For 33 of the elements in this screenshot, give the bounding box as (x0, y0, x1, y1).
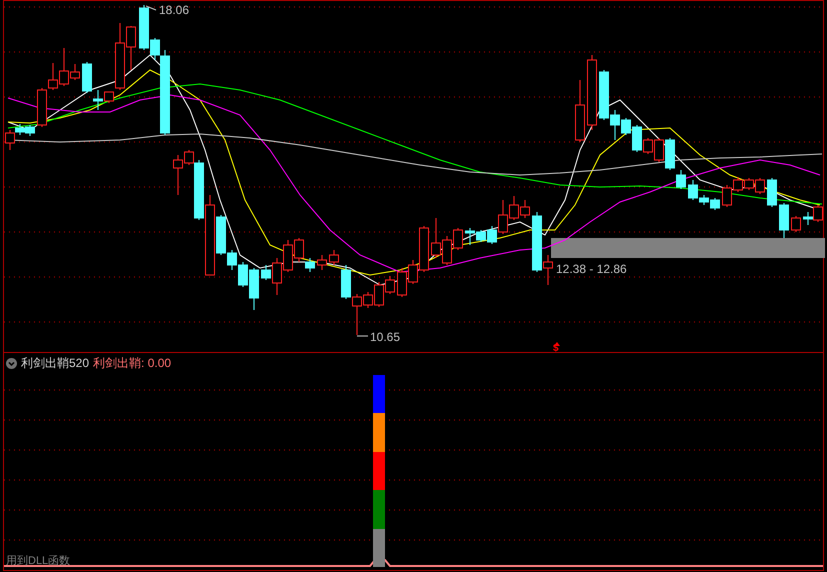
candlestick (767, 178, 777, 208)
price-range-label: 12.38 - 12.86 (556, 262, 627, 276)
candlestick (431, 218, 441, 258)
candlestick (37, 88, 47, 128)
indicator-value: 利剑出鞘: 0.00 (93, 356, 172, 370)
triangle-icon (554, 342, 560, 346)
candlestick (397, 268, 407, 298)
candlestick (465, 228, 475, 246)
candlestick (803, 212, 813, 226)
candlestick (710, 198, 720, 210)
candlestick (813, 204, 823, 222)
candlestick (509, 196, 519, 220)
candlestick (520, 200, 530, 218)
candlestick (779, 202, 789, 238)
candlestick (744, 178, 754, 190)
low-price-label: 10.65 (370, 330, 400, 344)
candlestick (453, 228, 463, 250)
candlestick (341, 264, 351, 300)
candlestick (25, 124, 35, 136)
candlestick (283, 240, 293, 272)
candlestick (48, 62, 58, 90)
chevron-down-icon[interactable] (6, 358, 17, 368)
candlestick (385, 276, 395, 294)
candlestick (791, 216, 801, 232)
footer-note: 用到DLL函数 (6, 555, 70, 568)
candlestick (755, 178, 765, 194)
candlestick (442, 236, 452, 266)
candlestick (329, 250, 339, 266)
high-price-label: 18.06 (159, 3, 190, 17)
leader-line (146, 6, 156, 10)
candlestick (317, 254, 327, 270)
indicator-name: 利剑出鞘520 (21, 356, 90, 370)
candlestick (575, 80, 585, 142)
